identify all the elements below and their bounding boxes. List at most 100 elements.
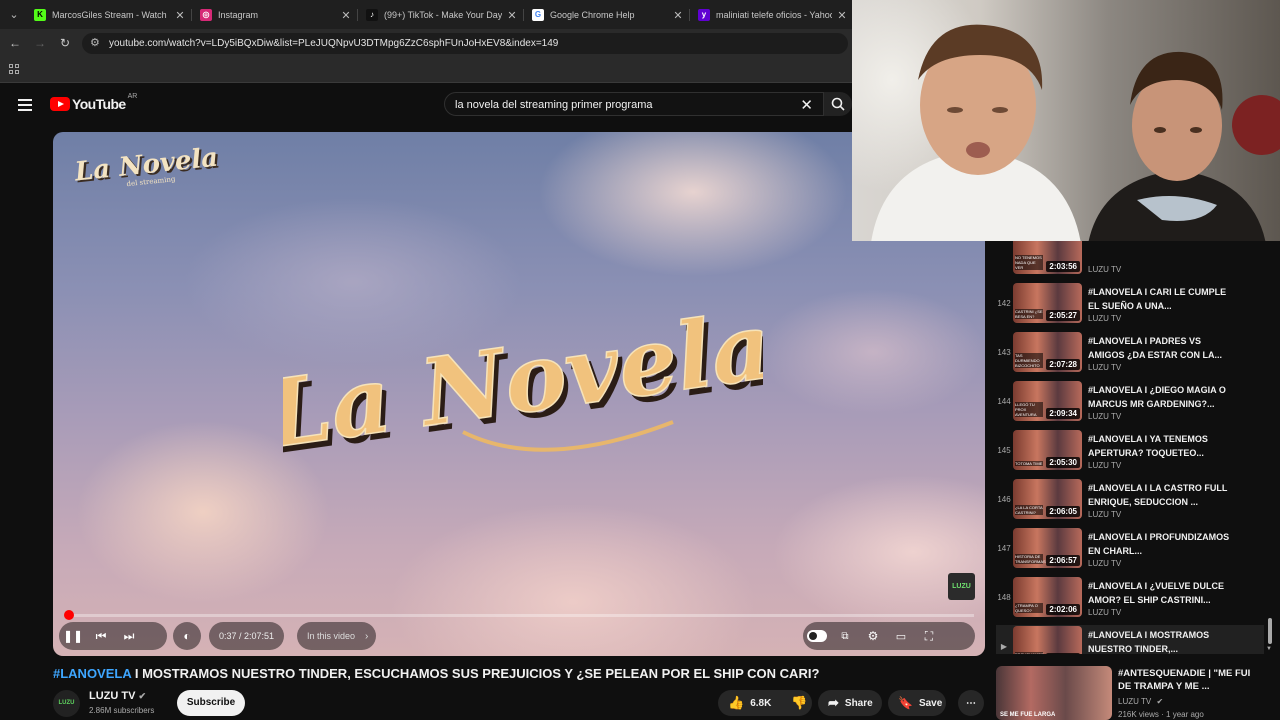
channel-avatar[interactable]: LUZU [53,690,80,717]
playlist-duration: 2:07:52 [1046,653,1080,654]
search-query[interactable]: la novela del streaming primer programa [455,99,652,111]
playlist-title[interactable]: #LANOVELA I LA CASTRO FULL ENRIQUE, SEDU… [1088,481,1233,509]
volume-icon[interactable]: ◐ [173,622,201,650]
playlist-index: 148 [997,593,1011,602]
apps-grid-icon[interactable] [9,64,19,74]
playlist-channel[interactable]: LUZU TV [1088,363,1121,372]
playlist-item[interactable]: 147 HISTORIA DE TRANSFORMAS 2:06:57 #LANOVE… [996,527,1264,576]
playlist-item[interactable]: 144 LLEGÓ TU PROX AVENTURA 2:09:34 #LANOVEL… [996,380,1264,429]
channel-watermark[interactable]: LUZU [948,573,975,600]
playlist-title[interactable]: #LANOVELA I PADRES VS AMIGOS ¿DA ESTAR C… [1088,334,1233,362]
search-input[interactable]: la novela del streaming primer programa … [444,92,824,116]
video-hashtag[interactable]: #LANOVELA [53,666,131,681]
url-omnibox[interactable]: ⚙ youtube.com/watch?v=LDy5iBQxDiw&list=P… [82,33,848,54]
more-actions-button[interactable]: ⋯ [958,690,984,716]
in-this-video-button[interactable]: In this video › [297,622,377,650]
playlist-thumbnail[interactable]: CASTRINI ¿SE BESA EN? 2:05:27 [1013,283,1082,323]
playlist-index: 143 [997,348,1011,357]
site-info-icon[interactable]: ⚙ [90,36,100,49]
playlist-thumbnail[interactable]: HISTORIA DE TRANSFORMAS 2:06:57 [1013,528,1082,568]
playlist-channel[interactable]: LUZU TV [1088,314,1121,323]
playlist-title[interactable]: #LANOVELA I MOSTRAMOS NUESTRO TINDER,... [1088,628,1233,654]
video-player[interactable]: La Novela del streaming La Novela La Nov… [53,132,985,656]
tab-close-icon[interactable]: ✕ [506,9,518,22]
url-text[interactable]: youtube.com/watch?v=LDy5iBQxDiw&list=PLe… [109,38,558,49]
recommended-title[interactable]: #ANTESQUENADIE | "ME FUI DE TRAMPA Y ME … [1118,667,1264,693]
playlist-channel[interactable]: LUZU TV [1088,461,1121,470]
tab-close-icon[interactable]: ✕ [672,9,684,22]
recommended-channel[interactable]: LUZU TV ✔ [1118,697,1163,706]
tab-chrome-help[interactable]: G Google Chrome Help ✕ [532,4,684,26]
playlist-item[interactable]: 148 ¿TRAMPA O QUESO? 2:02:06 #LANOVELA I ¿V… [996,576,1264,625]
reload-icon[interactable]: ↻ [57,35,73,51]
tab-tiktok[interactable]: ♪ (99+) TikTok - Make Your Day ✕ [366,4,518,26]
pause-icon[interactable]: ❚❚ [59,622,87,650]
tab-instagram[interactable]: ◎ Instagram ✕ [200,4,352,26]
fullscreen-icon[interactable]: ⛶ [915,622,943,650]
playlist-thumbnail[interactable]: ESCUCHAMOS COINCIDENCIAS2:07:52 [1013,626,1082,654]
playlist-thumb-caption: ¿LA LA CORTA CASTRINI? [1015,505,1043,515]
channel-name-text[interactable]: LUZU TV [89,690,135,702]
channel-name[interactable]: LUZU TV ✔ [89,690,146,702]
playlist-title[interactable]: #LANOVELA I CARI LE CUMPLE EL SUEÑO A UN… [1088,285,1233,313]
playlist-thumbnail[interactable]: ¿LA LA CORTA CASTRINI? 2:06:05 [1013,479,1082,519]
playlist-thumbnail[interactable]: TOTOMA TIME 2:05:30 [1013,430,1082,470]
scroll-down-arrow-icon[interactable]: ▼ [1266,646,1272,652]
playlist-thumb-caption: ESCUCHAMOS COINCIDENCIAS [1015,652,1044,654]
tab-close-icon[interactable]: ✕ [836,9,848,22]
autoplay-toggle[interactable] [803,622,831,650]
playlist-thumbnail[interactable]: TAS DURMIENDO BIZCOCHITO 2:07:28 [1013,332,1082,372]
playlist-thumb-caption: TOTOMA TIME [1015,461,1043,466]
playlist-title[interactable]: #LANOVELA I PROFUNDIZAMOS EN CHARL... [1088,530,1233,558]
share-button[interactable]: ➦ Share [818,690,882,716]
playlist-thumbnail[interactable]: LLEGÓ TU PROX AVENTURA 2:09:34 [1013,381,1082,421]
recommended-channel-name[interactable]: LUZU TV [1118,697,1151,706]
tab-yahoo[interactable]: y maliniati telefe oficios - Yahoo ✕ [698,4,848,26]
playlist-item[interactable]: 143 TAS DURMIENDO BIZCOCHITO 2:07:28 #LANOV… [996,331,1264,380]
tab-close-icon[interactable]: ✕ [340,9,352,22]
clear-search-icon[interactable]: ✕ [800,96,813,114]
playlist-item[interactable]: 145 TOTOMA TIME 2:05:30 #LANOVELA I YA TENE… [996,429,1264,478]
streamer-left-figure [871,24,1081,241]
dislike-button[interactable]: 👎 [781,690,817,716]
time-text: 0:37 / 2:07:51 [219,631,275,641]
tab-close-icon[interactable]: ✕ [174,9,186,22]
more-horizontal-icon: ⋯ [966,697,976,709]
next-icon[interactable]: ⏭ [115,622,143,650]
playlist-channel[interactable]: LUZU TV [1088,265,1121,274]
share-label: Share [844,697,873,709]
playlist-item[interactable]: 142 CASTRINI ¿SE BESA EN? 2:05:27 #LANOVELA… [996,282,1264,331]
theater-mode-icon[interactable]: ▭ [887,622,915,650]
progress-scrubber[interactable] [64,610,75,620]
playlist-thumbnail[interactable]: NO TENEMOS NADA QUE VER 2:03:56 [1013,241,1082,274]
subscribe-button[interactable]: Subscribe [177,690,245,716]
youtube-logo[interactable]: YouTube AR [50,93,137,112]
playlist-channel[interactable]: LUZU TV [1088,510,1121,519]
search-button[interactable] [824,92,852,116]
playlist-item[interactable]: ▶ESCUCHAMOS COINCIDENCIAS2:07:52#LANOVEL… [996,625,1264,654]
tab-kick[interactable]: K MarcosGiles Stream - Watch Li ✕ [34,4,186,26]
playlist-scrollbar[interactable] [1268,618,1272,644]
playlist-channel[interactable]: LUZU TV [1088,559,1121,568]
tab-search-icon[interactable]: ⌄ [4,5,24,25]
previous-icon[interactable]: ⏮ [87,622,115,650]
playlist-item[interactable]: NO TENEMOS NADA QUE VER 2:03:56 LUZU TV [996,241,1264,282]
playlist-title[interactable]: #LANOVELA I ¿DIEGO MAGIA O MARCUS MR GAR… [1088,383,1233,411]
playlist-title[interactable]: #LANOVELA I YA TENEMOS APERTURA? TOQUETE… [1088,432,1233,460]
recommended-thumbnail[interactable]: SE ME FUE LARGA [996,666,1112,720]
playlist-index: 147 [997,544,1011,553]
google-icon: G [532,9,544,21]
playlist-channel[interactable]: LUZU TV [1088,608,1121,617]
menu-icon[interactable] [18,99,32,111]
captions-icon[interactable]: ⧉ [831,622,859,650]
playlist-thumbnail[interactable]: ¿TRAMPA O QUESO? 2:02:06 [1013,577,1082,617]
forward-icon[interactable]: → [32,35,48,51]
save-button[interactable]: 🔖 Save [888,690,946,716]
like-button[interactable]: 👍 6.8K [718,690,781,716]
playlist-channel[interactable]: LUZU TV [1088,412,1121,421]
settings-gear-icon[interactable]: ⚙ [859,622,887,650]
back-icon[interactable]: ← [7,35,23,51]
progress-bar[interactable] [64,610,974,620]
playlist-item[interactable]: 146 ¿LA LA CORTA CASTRINI? 2:06:05 #LANOVEL… [996,478,1264,527]
playlist-title[interactable]: #LANOVELA I ¿VUELVE DULCE AMOR? EL SHIP … [1088,579,1233,607]
